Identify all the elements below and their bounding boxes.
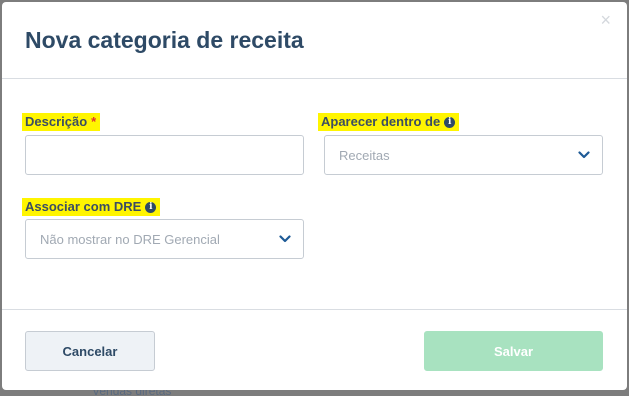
associar-select-value: Não mostrar no DRE Gerencial [40, 231, 220, 247]
info-icon[interactable]: i [444, 116, 456, 128]
dialog-title: Nova categoria de receita [25, 27, 304, 53]
close-icon[interactable]: × [600, 10, 611, 30]
required-mark: * [91, 114, 97, 129]
associar-select[interactable]: Não mostrar no DRE Gerencial [25, 219, 304, 259]
descricao-label-text: Descrição [25, 114, 88, 129]
new-revenue-category-dialog: Nova categoria de receita × Descrição * … [2, 2, 627, 390]
aparecer-select-value: Receitas [339, 147, 390, 163]
aparecer-label-text: Aparecer dentro de [321, 114, 441, 129]
associar-label-text: Associar com DRE [25, 199, 142, 214]
descricao-label: Descrição * [22, 113, 101, 131]
aparecer-label: Aparecer dentro de i [318, 113, 460, 131]
cancel-button[interactable]: Cancelar [25, 331, 155, 371]
chevron-down-icon [279, 235, 291, 243]
chevron-down-icon [578, 151, 590, 159]
associar-label: Associar com DRE i [22, 198, 161, 216]
dialog-footer: Cancelar Salvar [2, 309, 627, 390]
descricao-input[interactable] [25, 135, 304, 175]
save-button[interactable]: Salvar [424, 331, 603, 371]
dialog-header: Nova categoria de receita × [2, 2, 627, 79]
aparecer-select[interactable]: Receitas [324, 135, 603, 175]
info-icon[interactable]: i [145, 201, 157, 213]
